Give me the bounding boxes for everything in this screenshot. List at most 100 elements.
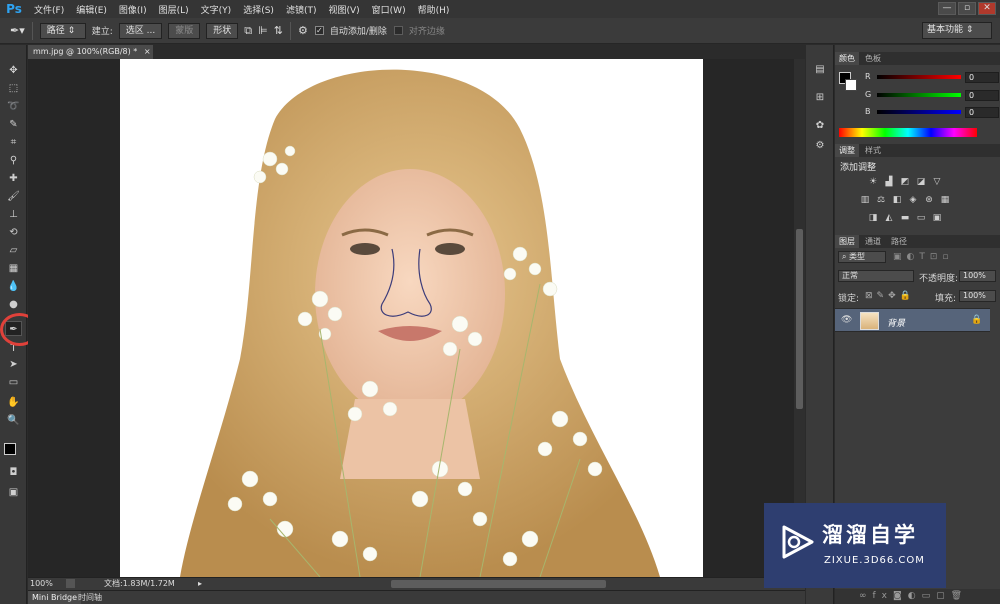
quick-select-tool-icon[interactable]: ✎ xyxy=(5,117,22,132)
lock-icons[interactable]: ⊠✎✥🔒 xyxy=(865,291,915,301)
menu-filter[interactable]: 滤镜(T) xyxy=(280,3,323,16)
status-menu-icon[interactable] xyxy=(66,579,75,588)
workspace-select[interactable]: 基本功能 ⇕ xyxy=(922,22,992,39)
posterize-icon[interactable]: ◭ xyxy=(883,213,895,224)
document-tab[interactable]: mm.jpg @ 100%(RGB/8) * × xyxy=(28,45,153,59)
dodge-tool-icon[interactable]: ● xyxy=(5,297,22,312)
eraser-tool-icon[interactable]: ▱ xyxy=(5,243,22,258)
zoom-level[interactable]: 100% xyxy=(30,578,53,590)
actions-panel-icon[interactable]: ⚙ xyxy=(812,139,828,153)
tab-layers[interactable]: 图层 xyxy=(835,235,859,248)
channel-mixer-icon[interactable]: ⊛ xyxy=(923,195,935,206)
screen-mode-icon[interactable]: ▣ xyxy=(5,485,22,500)
fill-input[interactable]: 100% xyxy=(959,290,996,302)
hue-saturation-icon[interactable]: ▥ xyxy=(859,195,871,206)
shape-button[interactable]: 形状 xyxy=(206,22,239,39)
tab-channels[interactable]: 通道 xyxy=(861,235,885,248)
layer-filter-select[interactable]: ⌕ 类型 xyxy=(838,251,886,263)
vertical-scrollbar[interactable] xyxy=(794,59,805,577)
mask-button[interactable]: 蒙版 xyxy=(168,22,201,39)
brightness-icon[interactable]: ☀ xyxy=(867,177,879,188)
selective-color-icon[interactable]: ▣ xyxy=(931,213,943,224)
crop-tool-icon[interactable]: ⌗ xyxy=(5,135,22,150)
threshold-icon[interactable]: ▬ xyxy=(899,213,911,224)
levels-icon[interactable]: ▟ xyxy=(883,177,895,188)
gradient-map-icon[interactable]: ▭ xyxy=(915,213,927,224)
red-value[interactable]: 0 xyxy=(965,72,999,83)
pen-tool-preset-icon[interactable]: ✒▾ xyxy=(10,24,25,37)
gradient-tool-icon[interactable]: ▦ xyxy=(5,261,22,276)
close-button[interactable]: ✕ xyxy=(978,2,996,15)
color-balance-icon[interactable]: ⚖ xyxy=(875,195,887,206)
menu-edit[interactable]: 编辑(E) xyxy=(70,3,113,16)
move-tool-icon[interactable]: ✥ xyxy=(5,63,22,78)
curves-icon[interactable]: ◩ xyxy=(899,177,911,188)
opacity-input[interactable]: 100% xyxy=(959,270,996,282)
align-edges-checkbox[interactable] xyxy=(393,26,403,35)
menu-type[interactable]: 文字(Y) xyxy=(195,3,238,16)
history-panel-icon[interactable]: ▤ xyxy=(812,63,828,77)
menu-select[interactable]: 选择(S) xyxy=(237,3,280,16)
tab-color[interactable]: 颜色 xyxy=(835,52,859,65)
green-slider[interactable] xyxy=(877,93,961,97)
tab-paths[interactable]: 路径 xyxy=(887,235,911,248)
path-alignment-icon[interactable]: ⊫ xyxy=(258,24,268,37)
auto-add-delete-checkbox[interactable]: ✓ xyxy=(314,26,324,35)
menu-layer[interactable]: 图层(L) xyxy=(153,3,195,16)
path-selection-tool-icon[interactable]: ➤ xyxy=(5,357,22,372)
close-tab-icon[interactable]: × xyxy=(144,47,151,56)
gear-icon[interactable]: ⚙ xyxy=(298,24,308,37)
hand-tool-icon[interactable]: ✋ xyxy=(5,395,22,410)
photo-filter-icon[interactable]: ◈ xyxy=(907,195,919,206)
healing-brush-tool-icon[interactable]: ✚ xyxy=(5,171,22,186)
layer-name[interactable]: 背景 xyxy=(887,316,905,329)
path-arrangement-icon[interactable]: ⇅ xyxy=(274,24,283,37)
blend-mode-select[interactable]: 正常 xyxy=(838,270,914,282)
path-mode-select[interactable]: 路径 ⇕ xyxy=(39,22,86,39)
tab-swatches[interactable]: 色板 xyxy=(861,52,885,65)
tab-timeline[interactable]: 时间轴 xyxy=(74,591,106,604)
rectangle-tool-icon[interactable]: ▭ xyxy=(5,375,22,390)
menu-file[interactable]: 文件(F) xyxy=(28,3,70,16)
filter-icons[interactable]: ▣◐T⊡▫ xyxy=(893,252,954,262)
history-brush-tool-icon[interactable]: ⟲ xyxy=(5,225,22,240)
layers-footer-icons[interactable]: ∞fx◙◐▭▢🗑 xyxy=(835,589,1000,604)
selection-button[interactable]: 选区 ... xyxy=(118,22,163,39)
invert-icon[interactable]: ◨ xyxy=(867,213,879,224)
zoom-tool-icon[interactable]: 🔍 xyxy=(5,413,22,428)
blur-tool-icon[interactable]: 💧 xyxy=(5,279,22,294)
brush-panel-icon[interactable]: ✿ xyxy=(812,119,828,133)
black-white-icon[interactable]: ◧ xyxy=(891,195,903,206)
vibrance-icon[interactable]: ▽ xyxy=(931,177,943,188)
marquee-tool-icon[interactable]: ⬚ xyxy=(5,81,22,96)
exposure-icon[interactable]: ◪ xyxy=(915,177,927,188)
eyedropper-tool-icon[interactable]: ⚲ xyxy=(5,153,22,168)
menu-help[interactable]: 帮助(H) xyxy=(412,3,456,16)
canvas-area[interactable] xyxy=(28,59,794,577)
menu-window[interactable]: 窗口(W) xyxy=(366,3,412,16)
tab-styles[interactable]: 样式 xyxy=(861,144,885,157)
color-lookup-icon[interactable]: ▦ xyxy=(939,195,951,206)
layer-row-background[interactable]: 👁 背景 🔒 xyxy=(835,308,990,332)
tab-adjustments[interactable]: 调整 xyxy=(835,144,859,157)
properties-panel-icon[interactable]: ⊞ xyxy=(812,91,828,105)
menu-image[interactable]: 图像(I) xyxy=(113,3,153,16)
status-arrow-icon[interactable]: ▸ xyxy=(198,578,202,590)
color-spectrum-bar[interactable] xyxy=(839,128,977,137)
brush-tool-icon[interactable]: 🖌 xyxy=(5,189,22,204)
color-background-swatch[interactable] xyxy=(845,79,857,91)
eye-icon[interactable]: 👁 xyxy=(841,315,852,325)
document-image[interactable] xyxy=(120,59,703,577)
green-value[interactable]: 0 xyxy=(965,90,999,101)
quick-mask-icon[interactable]: ◘ xyxy=(5,465,22,480)
red-slider[interactable] xyxy=(877,75,961,79)
lasso-tool-icon[interactable]: ➰ xyxy=(5,99,22,114)
blue-value[interactable]: 0 xyxy=(965,107,999,118)
restore-button[interactable]: ▫ xyxy=(958,2,976,15)
path-operations-icon[interactable]: ⧉ xyxy=(244,24,252,38)
vertical-scroll-thumb[interactable] xyxy=(796,229,803,409)
clone-stamp-tool-icon[interactable]: ⊥ xyxy=(5,207,22,222)
menu-view[interactable]: 视图(V) xyxy=(322,3,365,16)
horizontal-scroll-thumb[interactable] xyxy=(391,580,606,588)
minimize-button[interactable]: — xyxy=(938,2,956,15)
